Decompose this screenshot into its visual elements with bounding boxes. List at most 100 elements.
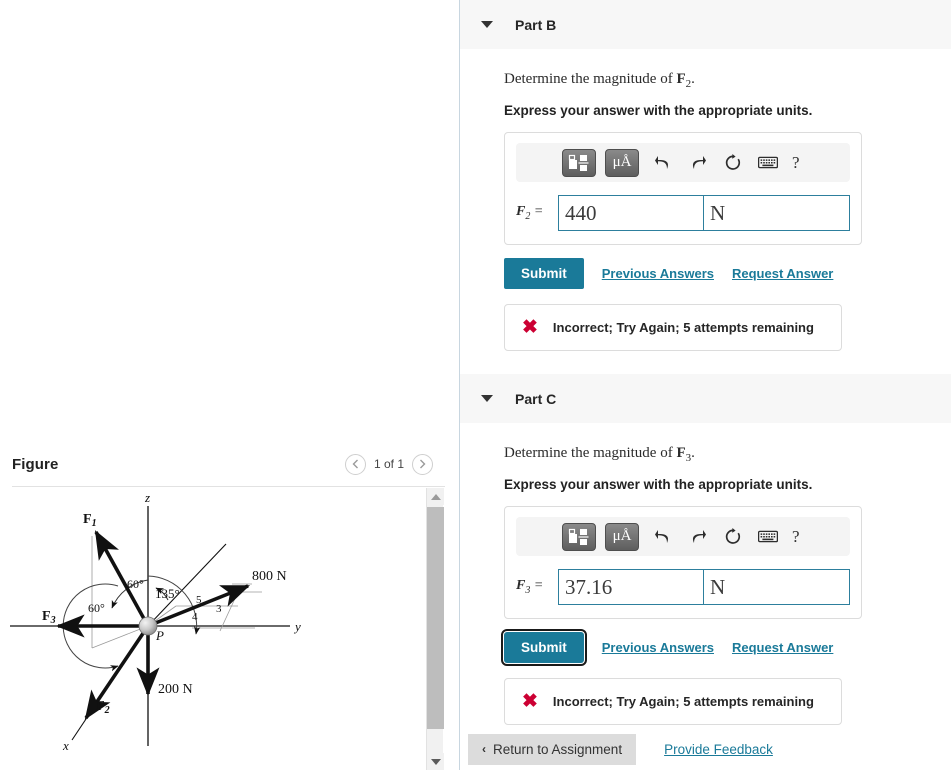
- reset-icon[interactable]: [722, 151, 744, 175]
- part-b-body: Determine the magnitude of F2. Express y…: [460, 71, 951, 351]
- figure-pager: 1 of 1: [344, 453, 433, 475]
- prompt-vector: F: [676, 71, 686, 87]
- figure-divider: [12, 486, 445, 487]
- part-c-body: Determine the magnitude of F3. Express y…: [460, 445, 951, 725]
- redo-icon[interactable]: [687, 151, 709, 175]
- part-b-label: Part B: [515, 16, 557, 33]
- keyboard-icon[interactable]: [757, 525, 779, 549]
- reset-icon[interactable]: [722, 525, 744, 549]
- figure-scrollbar[interactable]: [426, 488, 444, 770]
- part-c-feedback-text: Incorrect; Try Again; 5 attempts remaini…: [552, 694, 814, 709]
- scrollbar-down-arrow[interactable]: [427, 753, 444, 770]
- prompt-suffix: .: [691, 71, 695, 87]
- vector-label-f3: F3: [42, 609, 56, 626]
- part-c-feedback: ✖ Incorrect; Try Again; 5 attempts remai…: [504, 678, 842, 725]
- vector-label-f1: F1: [83, 512, 97, 529]
- units-icon-text: μÅ: [612, 154, 632, 170]
- units-icon-text: μÅ: [612, 528, 632, 544]
- bottom-navigation: ‹ Return to Assignment Provide Feedback: [460, 733, 951, 765]
- figure-panel: Figure 1 of 1 z y x F1 F3 F2 P 60° 60° 1…: [0, 0, 460, 770]
- vector-label-f2: F2: [96, 699, 110, 716]
- part-b-answer-row: F2 =: [516, 195, 850, 231]
- figure-header: Figure 1 of 1: [0, 444, 459, 484]
- part-b-answer-box: μÅ ? F2 = 440 N: [504, 132, 862, 245]
- answer-label-eq: =: [530, 578, 544, 594]
- x-mark-icon: ✖: [522, 691, 538, 712]
- undo-icon[interactable]: [652, 525, 674, 549]
- collapse-caret-icon[interactable]: [481, 21, 493, 28]
- part-c-request-answer-link[interactable]: Request Answer: [732, 640, 833, 655]
- figure-prev-button[interactable]: [344, 453, 366, 475]
- help-icon[interactable]: ?: [792, 153, 800, 173]
- part-c-prompt: Determine the magnitude of F3.: [504, 445, 951, 464]
- collapse-caret-icon[interactable]: [481, 395, 493, 402]
- part-c-previous-answers-link[interactable]: Previous Answers: [602, 640, 714, 655]
- x-mark-icon: ✖: [522, 317, 538, 338]
- part-b-answer-label: F2 =: [516, 204, 558, 222]
- figure-next-button[interactable]: [412, 453, 433, 475]
- axis-label-z: z: [144, 490, 150, 505]
- template-glyph-icon: [568, 154, 589, 171]
- part-c-answer-row: F3 =: [516, 569, 850, 605]
- part-b-instruction: Express your answer with the appropriate…: [504, 103, 813, 118]
- axis-label-x: x: [62, 738, 69, 753]
- magnitude-label-200n: 200 N: [158, 682, 193, 697]
- answer-label-var: F: [516, 578, 526, 594]
- help-icon[interactable]: ?: [792, 527, 800, 547]
- chevron-right-icon: [420, 459, 426, 469]
- return-to-assignment-label: Return to Assignment: [493, 741, 623, 757]
- return-to-assignment-button[interactable]: ‹ Return to Assignment: [468, 733, 637, 765]
- answer-panel: Part B Determine the magnitude of F2. Ex…: [460, 0, 951, 770]
- triangle-label-5: 5: [196, 594, 202, 606]
- part-c-math-toolbar: μÅ ?: [516, 517, 850, 556]
- angle-label-60-lower: 60°: [88, 601, 105, 615]
- answer-label-var: F: [516, 204, 526, 220]
- part-b-submit-row: Submit Previous Answers Request Answer: [504, 258, 951, 289]
- origin-label-p: P: [155, 628, 164, 643]
- part-b-request-answer-link[interactable]: Request Answer: [732, 266, 833, 281]
- part-b-previous-answers-link[interactable]: Previous Answers: [602, 266, 714, 281]
- prompt-text: Determine the magnitude of: [504, 445, 677, 461]
- keyboard-icon[interactable]: [757, 151, 779, 175]
- part-b-value-input[interactable]: [558, 195, 704, 231]
- magnitude-label-800n: 800 N: [252, 569, 287, 584]
- part-c-value-input[interactable]: [558, 569, 704, 605]
- part-c-answer-label: F3 =: [516, 578, 558, 596]
- angle-label-135: 135°: [155, 586, 180, 601]
- part-b-submit-button[interactable]: Submit: [504, 258, 584, 289]
- math-template-icon[interactable]: [562, 148, 596, 177]
- undo-icon[interactable]: [652, 151, 674, 175]
- triangle-label-3: 3: [216, 603, 222, 615]
- problem-page: Figure 1 of 1 z y x F1 F3 F2 P 60° 60° 1…: [0, 0, 951, 770]
- part-c-header[interactable]: Part C: [460, 374, 951, 424]
- provide-feedback-link[interactable]: Provide Feedback: [664, 742, 773, 757]
- math-template-icon[interactable]: [562, 522, 596, 551]
- redo-icon[interactable]: [687, 525, 709, 549]
- triangle-label-4: 4: [192, 611, 198, 623]
- figure-diagram-container: z y x F1 F3 F2 P 60° 60° 135° 5 4 3 800 …: [0, 488, 459, 770]
- prompt-suffix: .: [691, 445, 695, 461]
- part-c-answer-box: μÅ ? F3 = 37.16 N: [504, 506, 862, 619]
- figure-title: Figure: [12, 455, 59, 473]
- scrollbar-thumb[interactable]: [427, 507, 444, 729]
- part-c-units-input[interactable]: [704, 569, 850, 605]
- micro-angstrom-units-icon[interactable]: μÅ: [605, 522, 639, 551]
- micro-angstrom-units-icon[interactable]: μÅ: [605, 148, 639, 177]
- part-b-header[interactable]: Part B: [460, 0, 951, 50]
- part-c-submit-button[interactable]: Submit: [501, 629, 587, 666]
- scrollbar-up-arrow[interactable]: [427, 488, 444, 505]
- prompt-vector: F: [676, 445, 686, 461]
- chevron-left-icon: [352, 459, 358, 469]
- figure-page-count: 1 of 1: [373, 457, 404, 471]
- part-b-feedback: ✖ Incorrect; Try Again; 5 attempts remai…: [504, 304, 842, 351]
- axis-label-y: y: [293, 619, 301, 634]
- part-b-units-input[interactable]: [704, 195, 850, 231]
- prompt-text: Determine the magnitude of: [504, 71, 677, 87]
- part-c-label: Part C: [515, 390, 557, 407]
- template-glyph-icon: [568, 528, 589, 545]
- part-b-prompt: Determine the magnitude of F2.: [504, 71, 951, 90]
- force-vector-diagram: z y x F1 F3 F2 P 60° 60° 135° 5 4 3 800 …: [10, 490, 301, 753]
- angle-label-60-upper: 60°: [127, 577, 144, 591]
- chevron-left-icon: ‹: [482, 742, 486, 756]
- part-b-math-toolbar: μÅ ?: [516, 143, 850, 182]
